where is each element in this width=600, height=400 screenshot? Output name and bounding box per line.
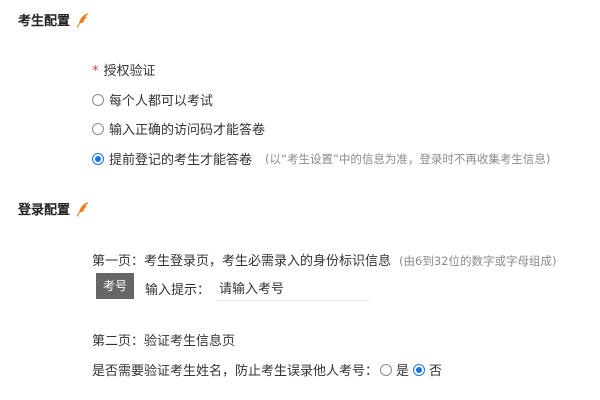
required-mark: *: [92, 64, 99, 79]
auth-option-hint: (以“考生设置”中的信息为准，登录时不再收集考生信息): [265, 151, 551, 166]
exam-number-tag: 考号: [96, 273, 134, 299]
radio-button[interactable]: [380, 363, 393, 376]
page1-hint: (由6到32位的数字或字母组成): [399, 254, 557, 268]
radio-button[interactable]: [92, 93, 104, 106]
auth-option-access-code[interactable]: 输入正确的访问码才能答卷: [92, 119, 265, 138]
radio-button-selected[interactable]: [92, 152, 104, 165]
exam-config-title: 考生配置: [18, 10, 90, 29]
page1-text: 第一页：考生登录页，考生必需录入的身份标识信息: [92, 254, 392, 269]
verify-name-row: 是否需要验证考生姓名，防止考生误录他人考号： 是 否: [92, 360, 442, 379]
auth-option-label: 提前登记的考生才能答卷: [109, 153, 253, 168]
auth-label-text: 授权验证: [103, 64, 156, 79]
auth-option-preregistered[interactable]: 提前登记的考生才能答卷 (以“考生设置”中的信息为准，登录时不再收集考生信息): [92, 149, 550, 168]
page2-description: 第二页：验证考生信息页: [92, 334, 236, 349]
radio-button[interactable]: [92, 122, 104, 135]
verify-yes-label: 是: [396, 364, 410, 379]
quill-icon: [76, 12, 89, 28]
auth-option-anyone[interactable]: 每个人都可以考试: [92, 90, 213, 109]
exam-config-title-text: 考生配置: [18, 14, 71, 29]
verify-no-option[interactable]: 否: [413, 360, 442, 379]
auth-option-label: 输入正确的访问码才能答卷: [109, 123, 266, 138]
input-prompt-field[interactable]: [217, 274, 369, 301]
login-config-title: 登录配置: [18, 199, 90, 218]
verify-yes-option[interactable]: 是: [380, 360, 409, 379]
quill-icon: [76, 201, 89, 217]
verify-question: 是否需要验证考生姓名，防止考生误录他人考号：: [92, 364, 379, 379]
auth-option-label: 每个人都可以考试: [109, 94, 214, 109]
page1-description: 第一页：考生登录页，考生必需录入的身份标识信息 (由6到32位的数字或字母组成): [92, 250, 556, 269]
login-config-title-text: 登录配置: [18, 203, 71, 218]
auth-label: * 授权验证: [92, 60, 156, 79]
radio-button-selected[interactable]: [413, 363, 426, 376]
verify-no-label: 否: [429, 364, 443, 379]
input-prompt-label: 输入提示：: [145, 283, 211, 298]
